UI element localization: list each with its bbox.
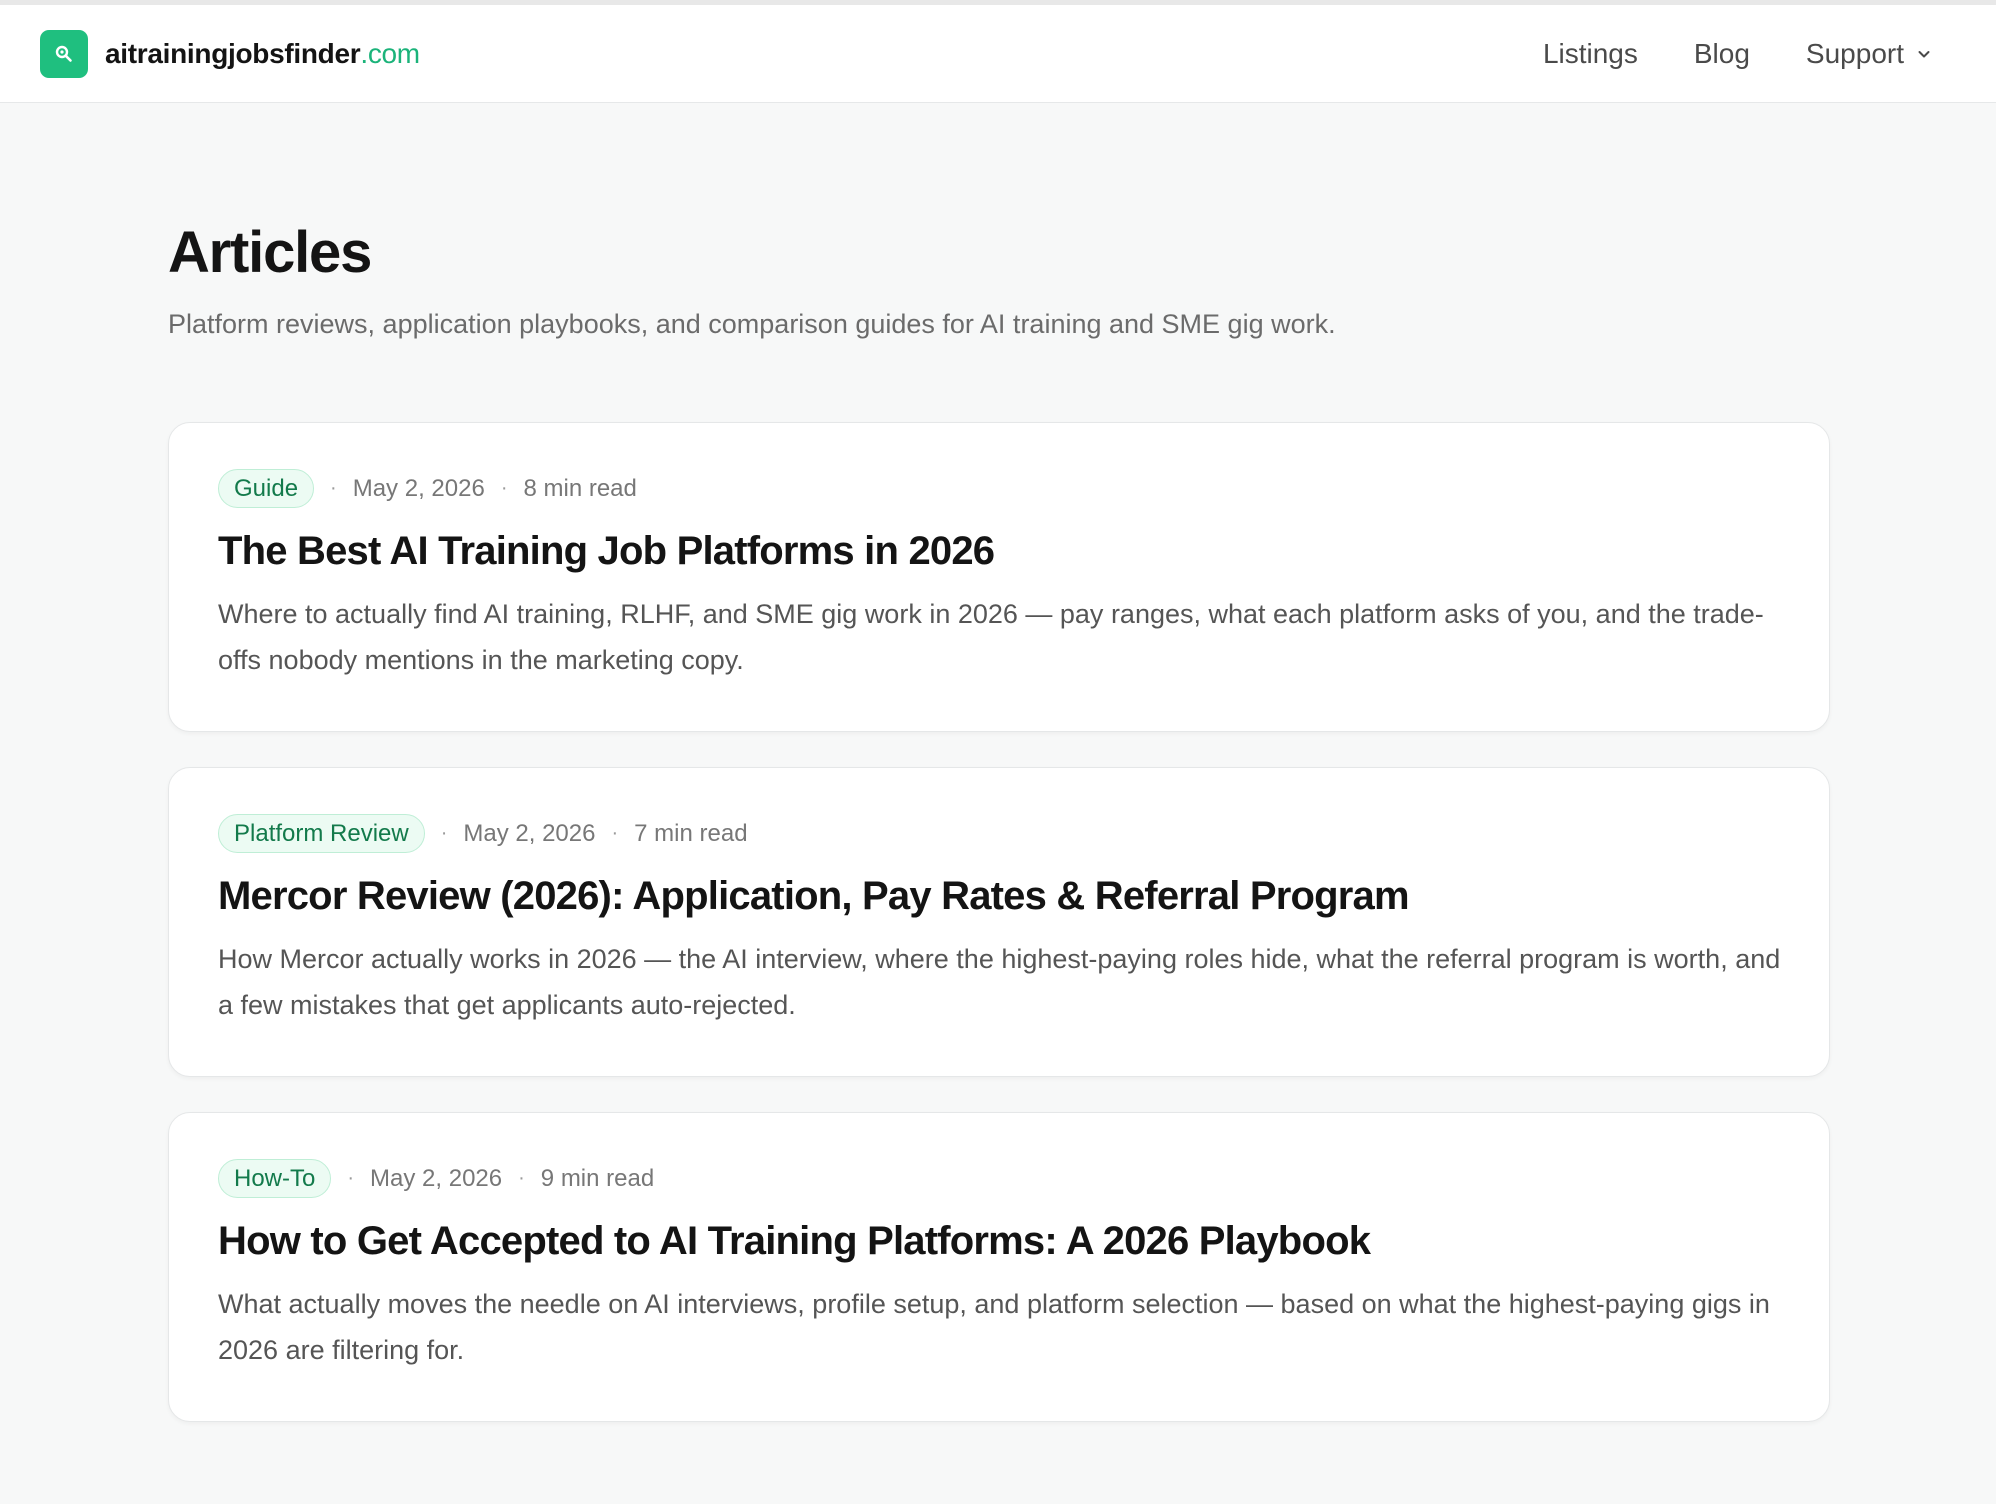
nav-support-label: Support xyxy=(1805,38,1904,69)
article-excerpt: How Mercor actually works in 2026 — the … xyxy=(218,943,1781,1020)
brand-tld: .com xyxy=(360,38,420,69)
article-tag-badge: Platform Review xyxy=(218,814,425,854)
brand-link[interactable]: aitrainingjobsfinder.com xyxy=(40,30,420,78)
article-read-time: 9 min read xyxy=(540,1164,655,1192)
article-excerpt: What actually moves the needle on AI int… xyxy=(218,1288,1770,1365)
article-card[interactable]: Guide · May 2, 2026 · 8 min read The Bes… xyxy=(168,421,1830,732)
article-meta: Guide · May 2, 2026 · 8 min read xyxy=(218,469,1781,509)
nav-blog[interactable]: Blog xyxy=(1694,38,1750,70)
meta-separator: · xyxy=(347,1167,355,1190)
main-nav: Listings Blog Support xyxy=(1487,5,1932,103)
site-header: aitrainingjobsfinder.com Listings Blog S… xyxy=(0,5,1996,103)
article-tag-badge: Guide xyxy=(218,469,315,509)
chevron-down-icon xyxy=(1916,46,1932,62)
article-meta: Platform Review · May 2, 2026 · 7 min re… xyxy=(218,814,1781,854)
meta-separator: · xyxy=(611,822,619,845)
article-meta: How-To · May 2, 2026 · 9 min read xyxy=(218,1159,1781,1199)
article-date: May 2, 2026 xyxy=(352,474,485,502)
article-read-time: 7 min read xyxy=(634,819,748,847)
article-card[interactable]: How-To · May 2, 2026 · 9 min read How to… xyxy=(168,1111,1830,1422)
article-excerpt: Where to actually find AI training, RLHF… xyxy=(218,598,1764,675)
article-title-link[interactable]: Mercor Review (2026): Application, Pay R… xyxy=(218,872,1781,920)
meta-separator: · xyxy=(330,477,337,500)
article-tag-badge: How-To xyxy=(218,1159,332,1199)
article-date: May 2, 2026 xyxy=(463,819,596,847)
main-content: Articles Platform reviews, application p… xyxy=(168,103,1830,1457)
meta-separator: · xyxy=(500,477,508,500)
article-title-link[interactable]: The Best AI Training Job Platforms in 20… xyxy=(218,527,1781,575)
article-read-time: 8 min read xyxy=(523,474,637,502)
meta-separator: · xyxy=(440,822,448,845)
meta-separator: · xyxy=(518,1167,525,1190)
article-date: May 2, 2026 xyxy=(370,1164,503,1192)
nav-listings[interactable]: Listings xyxy=(1543,38,1638,70)
nav-support-dropdown[interactable]: Support xyxy=(1806,38,1932,70)
page-subtitle: Platform reviews, application playbooks,… xyxy=(168,308,1336,339)
page-title: Articles xyxy=(168,220,372,285)
article-list: Guide · May 2, 2026 · 8 min read The Bes… xyxy=(168,421,1830,1422)
article-card[interactable]: Platform Review · May 2, 2026 · 7 min re… xyxy=(168,766,1830,1077)
brand-name: aitrainingjobsfinder.com xyxy=(105,38,420,69)
search-icon xyxy=(40,30,88,78)
article-title-link[interactable]: How to Get Accepted to AI Training Platf… xyxy=(218,1217,1781,1265)
